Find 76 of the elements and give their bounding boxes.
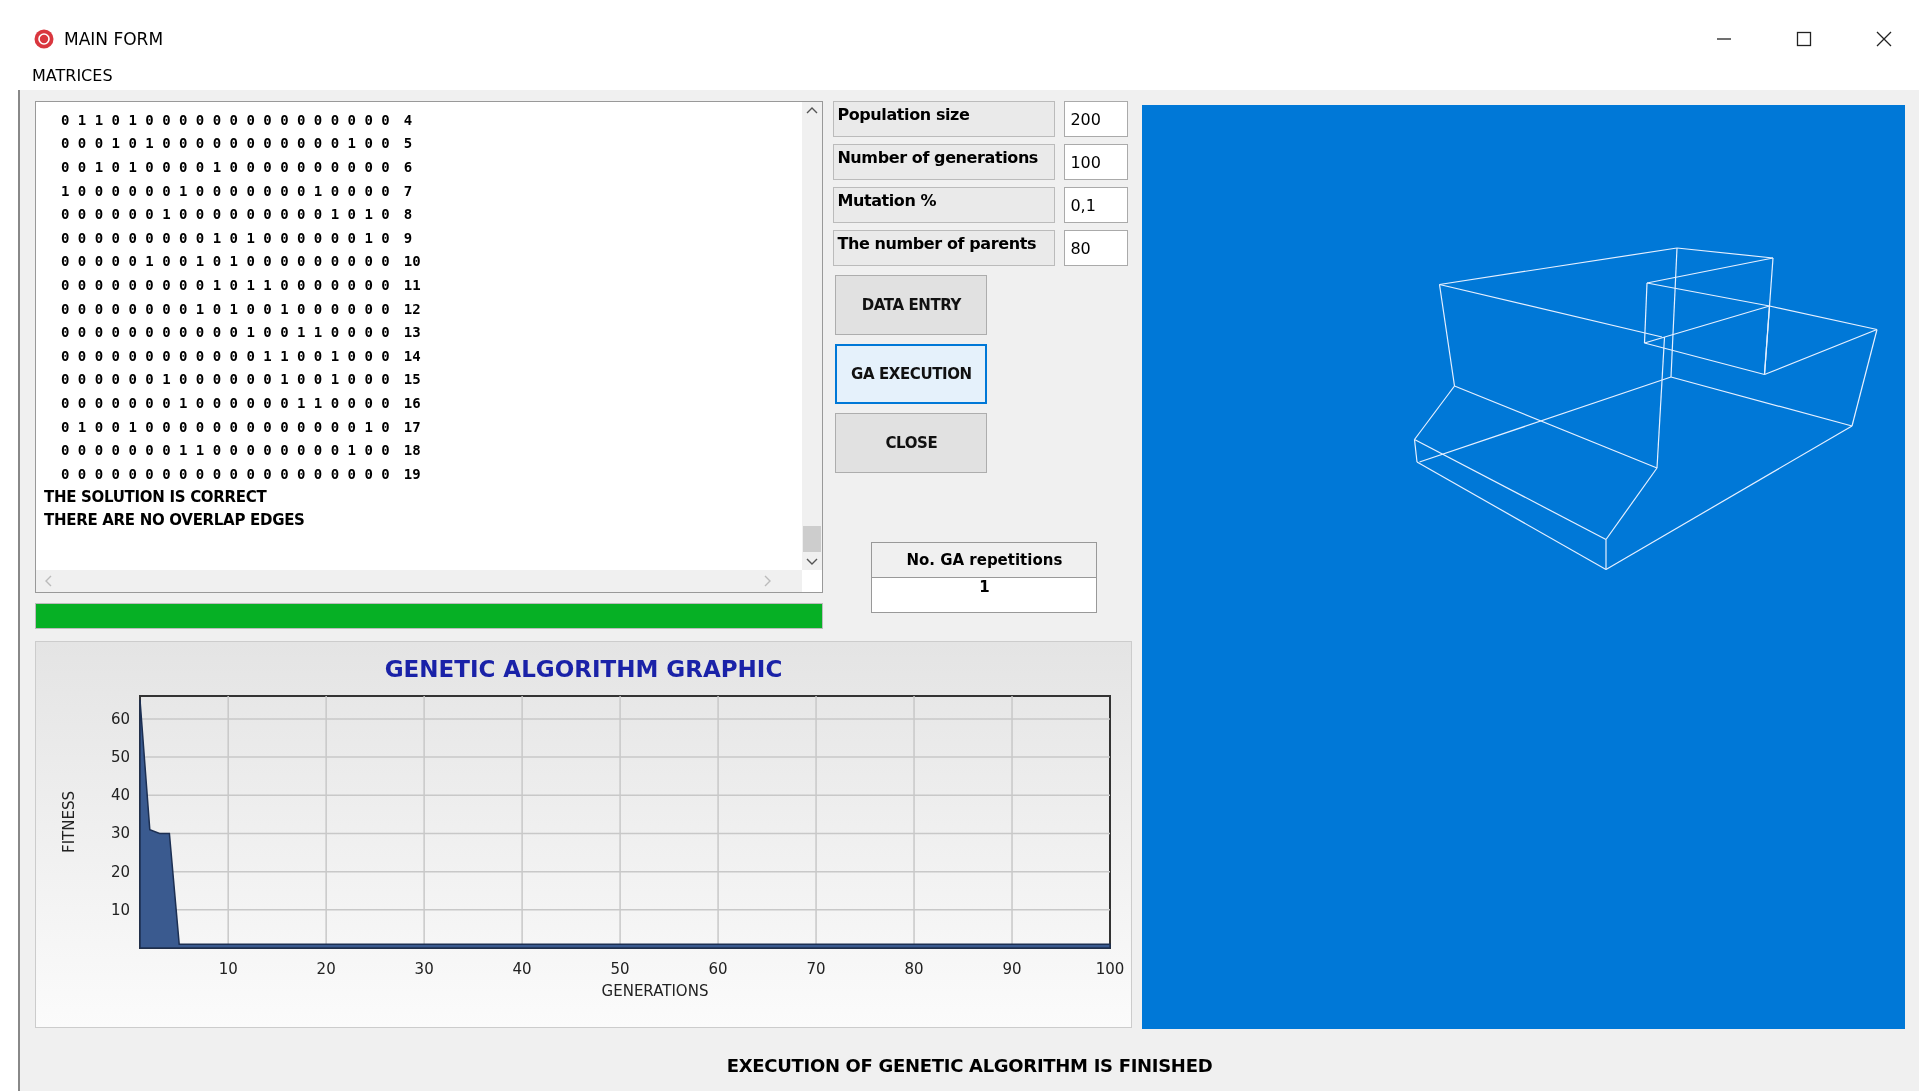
row-number: 9	[403, 229, 413, 246]
parameter-field[interactable]: 80	[1064, 230, 1129, 266]
result-message: THERE ARE NO OVERLAP EDGES	[44, 510, 306, 532]
parameter-field[interactable]: 0,1	[1064, 187, 1129, 223]
row-number: 18	[403, 442, 421, 459]
y-tick-label: 30	[110, 824, 130, 843]
matrix-row: 0 0 0 0 0 0 1 0 0 0 0 0 0 0 0 0 1 0 1 0	[61, 206, 390, 223]
row-number: 12	[403, 300, 421, 317]
x-tick-label: 20	[316, 960, 336, 978]
matrix-row: 0 0 0 0 0 0 0 0 0 1 0 1 1 0 0 0 0 0 0 0	[61, 276, 390, 293]
row-number: 11	[403, 276, 421, 293]
matrix-row: 0 0 0 0 0 0 0 1 0 0 0 0 0 0 1 1 0 0 0 0	[61, 394, 390, 411]
row-number: 19	[403, 465, 421, 482]
menu-item[interactable]: MATRICES	[32, 65, 113, 85]
row-number: 14	[403, 347, 421, 364]
matrix-row: 0 0 0 0 0 0 0 1 1 0 0 0 0 0 0 0 0 1 0 0	[61, 442, 390, 459]
x-tick-label: 70	[806, 960, 826, 978]
x-tick-label: 60	[708, 960, 728, 978]
matrix-row: 0 0 0 0 0 0 1 0 0 0 0 0 0 1 0 0 1 0 0 0	[61, 371, 390, 388]
row-number: 10	[403, 253, 421, 270]
result-message: THE SOLUTION IS CORRECT	[44, 486, 268, 508]
row-number: 8	[403, 206, 413, 223]
row-number: 7	[403, 182, 413, 199]
row-number: 15	[403, 371, 421, 388]
action-button[interactable]: CLOSE	[835, 413, 988, 473]
y-tick-label: 20	[110, 862, 130, 881]
parameter-label: Population size	[833, 101, 1056, 137]
y-axis-label: FITNESS	[60, 791, 78, 853]
x-tick-label: 80	[904, 960, 924, 978]
scroll-up-icon[interactable]	[806, 106, 819, 114]
maximize-icon[interactable]	[1796, 31, 1812, 47]
matrix-row: 0 1 1 0 1 0 0 0 0 0 0 0 0 0 0 0 0 0 0 0	[61, 111, 390, 128]
row-number: 6	[403, 159, 413, 175]
x-tick-label: 40	[512, 960, 532, 978]
parameter-field[interactable]: 200	[1064, 101, 1129, 137]
action-button[interactable]: GA EXECUTION	[835, 344, 988, 404]
repetitions-field[interactable]: 1	[871, 578, 1098, 613]
y-tick-label: 10	[110, 900, 130, 919]
row-number: 13	[403, 324, 421, 341]
matrix-row: 0 0 0 0 0 0 0 0 0 0 0 0 0 0 0 0 0 0 0 0	[61, 465, 390, 482]
scrollbar-thumb[interactable]	[803, 526, 822, 552]
x-tick-label: 50	[610, 960, 630, 978]
action-button[interactable]: DATA ENTRY	[835, 275, 988, 335]
window-title: MAIN FORM	[64, 29, 164, 49]
output-text-area[interactable]	[35, 101, 824, 593]
x-tick-label: 10	[218, 960, 238, 978]
x-tick-label: 30	[414, 960, 434, 978]
x-tick-label: 100	[1095, 960, 1125, 978]
matrix-row: 0 0 0 0 0 1 0 0 1 0 1 0 0 0 0 0 0 0 0 0	[61, 253, 390, 270]
parameter-label: The number of parents	[833, 230, 1056, 266]
matrix-row: 0 1 0 0 1 0 0 0 0 0 0 0 0 0 0 0 0 0 1 0	[61, 418, 390, 435]
matrix-row: 0 0 1 0 1 0 0 0 0 1 0 0 0 0 0 0 0 0 0 0	[61, 159, 390, 175]
matrix-row: 0 0 0 0 0 0 0 0 0 1 0 1 0 0 0 0 0 0 1 0	[61, 229, 390, 246]
y-tick-label: 50	[110, 748, 130, 767]
row-number: 17	[403, 418, 421, 435]
x-axis-label: GENERATIONS	[601, 982, 709, 1000]
row-number: 16	[403, 394, 421, 411]
y-tick-label: 60	[110, 709, 130, 728]
matrix-row: 1 0 0 0 0 0 0 1 0 0 0 0 0 0 0 1 0 0 0 0	[61, 182, 390, 199]
y-tick-label: 40	[110, 786, 130, 805]
status-message: EXECUTION OF GENETIC ALGORITHM IS FINISHED	[726, 1054, 1213, 1076]
repetitions-label: No. GA repetitions	[871, 542, 1098, 578]
parameter-label: Mutation %	[833, 187, 1056, 223]
x-tick-label: 90	[1002, 960, 1022, 978]
matrix-row: 0 0 0 1 0 1 0 0 0 0 0 0 0 0 0 0 0 1 0 0	[61, 135, 390, 152]
app-icon	[34, 29, 54, 49]
row-number: 4	[403, 111, 413, 128]
scroll-down-icon[interactable]	[806, 558, 819, 566]
parameter-label: Number of generations	[833, 144, 1056, 180]
matrix-row: 0 0 0 0 0 0 0 0 0 0 0 1 0 0 1 1 0 0 0 0	[61, 324, 390, 341]
matrix-row: 0 0 0 0 0 0 0 0 1 0 1 0 0 1 0 0 0 0 0 0	[61, 300, 390, 317]
row-number: 5	[403, 135, 413, 152]
matrix-row: 0 0 0 0 0 0 0 0 0 0 0 0 1 1 0 0 1 0 0 0	[61, 347, 390, 364]
chart-title: GENETIC ALGORITHM GRAPHIC	[384, 656, 783, 684]
parameter-field[interactable]: 100	[1064, 144, 1129, 180]
close-icon[interactable]	[1876, 31, 1892, 47]
